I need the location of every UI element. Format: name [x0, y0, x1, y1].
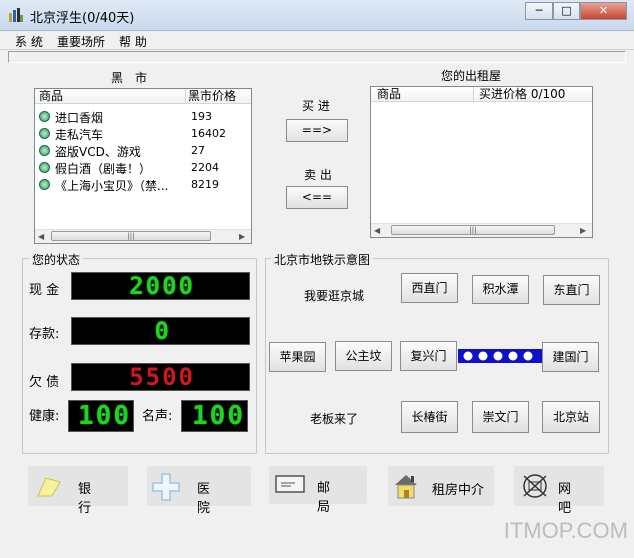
- health-label: 健康:: [29, 409, 60, 424]
- col-black-price[interactable]: 黑市价格: [185, 89, 236, 103]
- scroll-right-icon[interactable]: ▶: [239, 232, 245, 241]
- rental-agency-button[interactable]: 租房中介: [388, 466, 494, 506]
- cash-label: 现 金: [29, 283, 60, 298]
- station-beijingzhan[interactable]: 北京站: [542, 401, 600, 433]
- scroll-right-icon[interactable]: ▶: [580, 226, 586, 235]
- list-item[interactable]: 进口香烟 193: [39, 109, 249, 126]
- deposit-display: 0: [71, 317, 250, 345]
- boss-text[interactable]: 老板来了: [310, 410, 358, 427]
- goods-name: 《上海小宝贝》（禁...: [55, 179, 169, 193]
- post-office-button[interactable]: 邮 局: [269, 466, 367, 515]
- col-buy-price[interactable]: 买进价格 0/100: [473, 87, 565, 101]
- goods-price: 2204: [191, 161, 219, 174]
- scroll-left-icon[interactable]: ◀: [38, 232, 44, 241]
- window-title: 北京浮生(0/40天): [30, 11, 135, 26]
- goods-name: 盗版VCD、游戏: [55, 145, 141, 159]
- station-xizhimen[interactable]: 西直门: [401, 273, 458, 303]
- col-goods[interactable]: 商品: [37, 89, 63, 103]
- rented-header: 商品 买进价格 0/100: [371, 87, 592, 102]
- station-fuxingmen[interactable]: 复兴门: [400, 341, 457, 371]
- buy-label: 买 进: [302, 99, 330, 113]
- col-goods[interactable]: 商品: [375, 87, 401, 101]
- goods-icon: [39, 179, 50, 190]
- bank-button[interactable]: 银 行: [28, 466, 128, 516]
- watermark: ITMOP.COM: [503, 518, 628, 543]
- station-chongwenmen[interactable]: 崇文门: [472, 401, 529, 433]
- scroll-left-icon[interactable]: ◀: [374, 226, 380, 235]
- rental-agency-label: 租房中介: [432, 483, 485, 498]
- goods-price: 27: [191, 144, 205, 157]
- close-icon: ✕: [598, 4, 609, 17]
- station-jianguomen[interactable]: 建国门: [542, 342, 599, 372]
- goods-price: 8219: [191, 178, 219, 191]
- minimize-button[interactable]: ─: [525, 2, 553, 20]
- menu-bar: 系 统 重要场所 帮 助: [0, 31, 634, 50]
- maximize-button[interactable]: □: [553, 2, 580, 20]
- black-market-scrollbar[interactable]: ◀ ||| ▶: [35, 229, 251, 243]
- station-dongzhimen[interactable]: 东直门: [543, 275, 600, 305]
- hospital-label: 医 院: [197, 482, 219, 516]
- cash-display: 2000: [71, 272, 250, 300]
- hospital-button[interactable]: 医 院: [147, 466, 251, 516]
- goods-icon: [39, 111, 50, 122]
- sell-button[interactable]: <==: [286, 186, 348, 209]
- tour-text[interactable]: 我要逛京城: [304, 287, 364, 304]
- list-item[interactable]: 假白酒（剧毒！） 2204: [39, 160, 249, 177]
- station-changchunjie[interactable]: 长椿街: [401, 401, 458, 433]
- goods-name: 进口香烟: [55, 111, 104, 125]
- station-pingguoyuan[interactable]: 苹果园: [269, 342, 326, 372]
- minimize-icon: ─: [535, 4, 543, 17]
- debt-label: 欠 债: [29, 375, 60, 390]
- sell-label: 卖 出: [304, 168, 332, 182]
- rented-heading: 您的出租屋: [441, 69, 502, 83]
- list-item[interactable]: 《上海小宝贝》（禁... 8219: [39, 177, 249, 194]
- house-icon: [395, 475, 417, 499]
- goods-name: 走私汽车: [55, 128, 104, 142]
- debt-display: 5500: [71, 363, 250, 391]
- black-market-header: 商品 黑市价格: [35, 89, 251, 104]
- scroll-thumb[interactable]: |||: [51, 231, 211, 241]
- goods-price: 16402: [191, 127, 226, 140]
- rented-scrollbar[interactable]: ◀ ||| ▶: [371, 223, 592, 237]
- goods-name: 假白酒（剧毒！）: [55, 162, 152, 176]
- no-internet-icon: [523, 474, 547, 498]
- menu-help[interactable]: 帮 助: [119, 33, 147, 50]
- buy-button[interactable]: ==>: [286, 119, 348, 142]
- post-office-label: 邮 局: [317, 481, 339, 515]
- bank-label: 银 行: [78, 482, 100, 516]
- menu-important-places[interactable]: 重要场所: [57, 33, 105, 50]
- list-item[interactable]: 走私汽车 16402: [39, 126, 249, 143]
- menu-system[interactable]: 系 统: [15, 33, 43, 50]
- scroll-thumb[interactable]: |||: [391, 225, 555, 235]
- app-icon: [9, 8, 23, 22]
- deposit-label: 存款:: [29, 327, 60, 342]
- goods-icon: [39, 128, 50, 139]
- bank-icon: [37, 477, 61, 497]
- health-display: 100: [68, 400, 134, 432]
- station-jishuitan[interactable]: 积水潭: [472, 275, 529, 304]
- maximize-icon: □: [561, 4, 572, 17]
- station-gongzhufen[interactable]: 公主坟: [335, 341, 392, 371]
- subway-title: 北京市地铁示意图: [271, 251, 374, 268]
- internet-cafe-label: 网 吧: [558, 482, 580, 516]
- status-title: 您的状态: [29, 251, 84, 268]
- list-item[interactable]: 盗版VCD、游戏 27: [39, 143, 249, 160]
- fame-display: 100: [181, 400, 248, 432]
- close-button[interactable]: ✕: [580, 2, 627, 20]
- goods-price: 193: [191, 110, 212, 123]
- fame-label: 名声:: [142, 409, 173, 424]
- goods-icon: [39, 162, 50, 173]
- title-bar: 北京浮生(0/40天) ─ □ ✕: [0, 0, 634, 31]
- hospital-cross-icon: [152, 473, 180, 501]
- rented-list[interactable]: 商品 买进价格 0/100 ◀ ||| ▶: [370, 86, 593, 238]
- black-market-list[interactable]: 商品 黑市价格 进口香烟 193 走私汽车 16402 盗版VCD、游戏 27 …: [34, 88, 252, 244]
- toolbar-strip: [8, 51, 626, 63]
- goods-icon: [39, 145, 50, 156]
- subway-train-icon: [458, 349, 542, 363]
- status-bar: [0, 544, 634, 558]
- black-market-heading: 黑 市: [111, 71, 148, 85]
- envelope-icon: [275, 475, 305, 493]
- internet-cafe-button[interactable]: 网 吧: [514, 466, 604, 516]
